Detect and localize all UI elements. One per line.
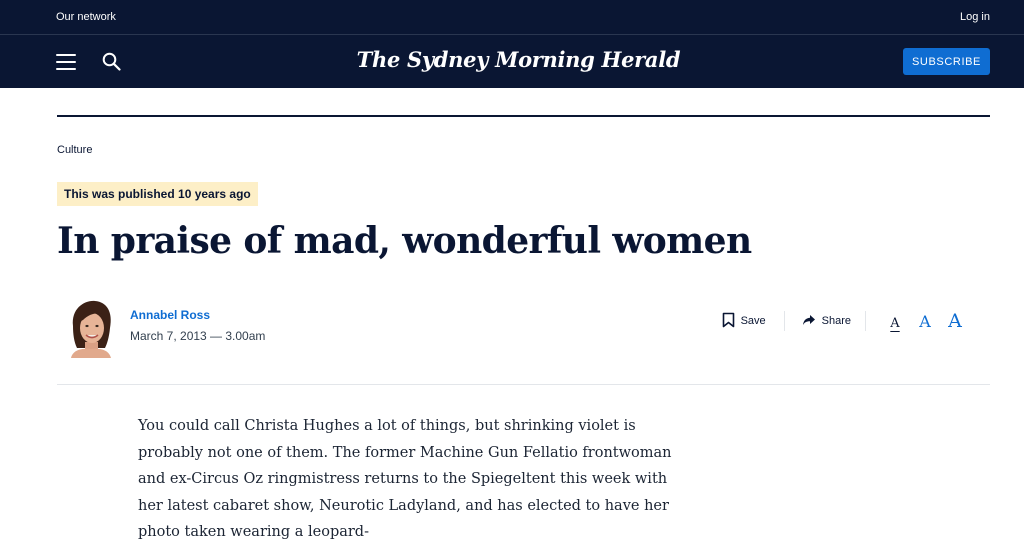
author-avatar[interactable]	[63, 298, 119, 358]
article-actions: Save Share A A A	[722, 310, 970, 332]
text-size-controls: A A A	[880, 310, 970, 332]
author-info: Annabel Ross March 7, 2013 — 3.00am	[130, 308, 265, 343]
log-in-link[interactable]: Log in	[960, 11, 990, 23]
published-notice-badge: This was published 10 years ago	[57, 182, 258, 206]
share-arrow-icon	[802, 314, 816, 329]
search-icon[interactable]	[101, 52, 121, 72]
header-divider	[57, 115, 990, 117]
article: Culture This was published 10 years ago …	[0, 115, 1024, 546]
save-button[interactable]: Save	[722, 311, 785, 331]
article-body-paragraph: You could call Christa Hughes a lot of t…	[138, 418, 672, 540]
article-headline: In praise of mad, wonderful women	[57, 220, 752, 262]
publish-date: March 7, 2013 — 3.00am	[130, 328, 266, 343]
share-label: Share	[821, 315, 851, 327]
our-network-link[interactable]: Our network	[56, 11, 116, 23]
subscribe-button[interactable]: SUBSCRIBE	[903, 48, 990, 75]
hamburger-menu-icon[interactable]	[56, 53, 76, 70]
text-size-small-button[interactable]: A	[880, 316, 910, 331]
save-label: Save	[740, 315, 766, 327]
network-bar: Our network Log in	[0, 0, 1024, 35]
text-size-medium-button[interactable]: A	[910, 312, 940, 331]
site-header: The Sydney Morning Herald SUBSCRIBE	[0, 35, 1024, 88]
byline: Annabel Ross March 7, 2013 — 3.00am Save	[57, 298, 990, 385]
masthead-logo[interactable]: The Sydney Morning Herald	[357, 47, 681, 72]
category-link[interactable]: Culture	[57, 144, 92, 156]
text-size-large-button[interactable]: A	[940, 310, 970, 332]
share-button[interactable]: Share	[785, 311, 866, 331]
author-name-link[interactable]: Annabel Ross	[130, 308, 265, 322]
bookmark-icon	[722, 312, 735, 331]
